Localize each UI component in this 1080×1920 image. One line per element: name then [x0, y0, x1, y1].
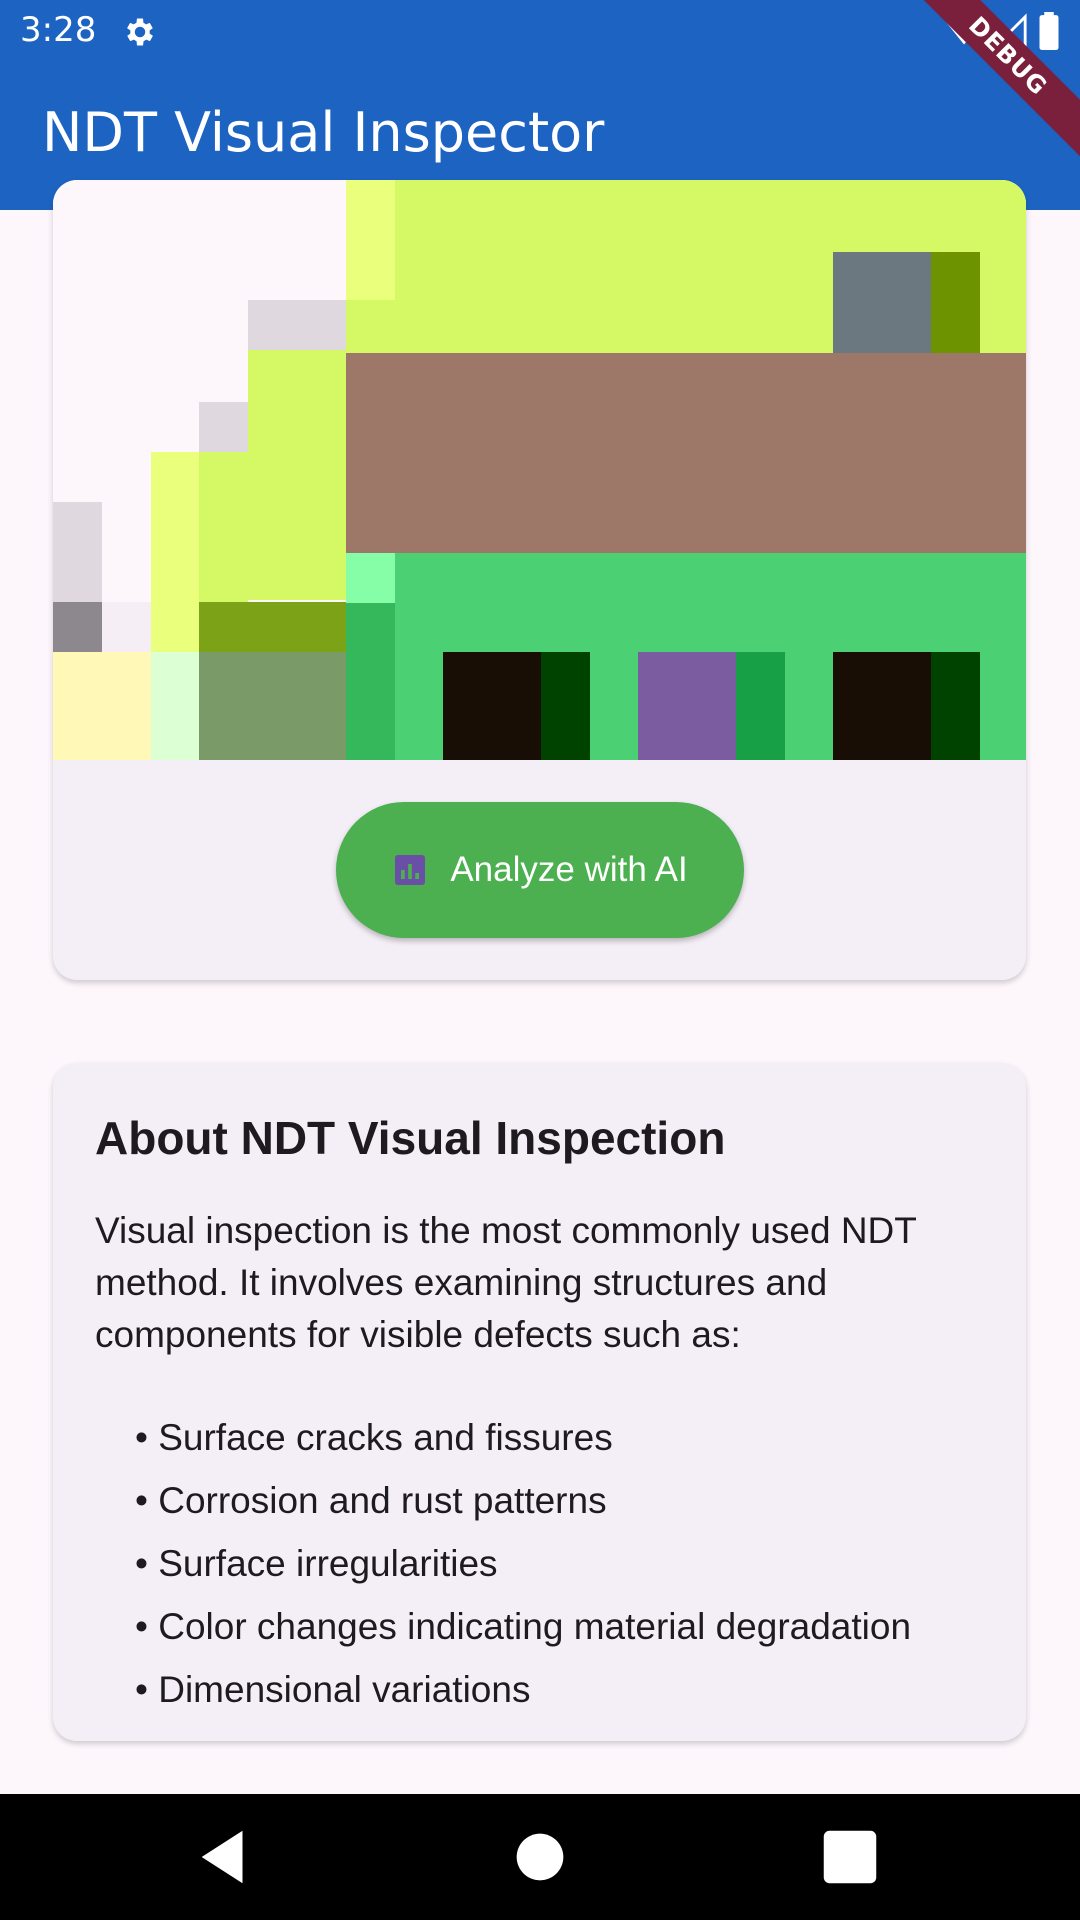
status-bar: 3:28 [0, 0, 1080, 63]
about-card-description: Visual inspection is the most commonly u… [95, 1210, 917, 1355]
about-card: About NDT Visual Inspection Visual inspe… [53, 1063, 1026, 1741]
inspection-image [53, 180, 1026, 760]
analyze-button-label: Analyze with AI [450, 850, 688, 889]
app-title: NDT Visual Inspector [42, 101, 605, 164]
back-icon[interactable] [190, 1822, 260, 1892]
recents-icon[interactable] [815, 1822, 885, 1892]
wifi-icon [946, 16, 982, 45]
about-card-title: About NDT Visual Inspection [95, 1112, 726, 1164]
defect-list: Surface cracks and fissures Corrosion an… [135, 1406, 911, 1721]
battery-icon [1039, 12, 1059, 50]
list-item: Color changes indicating material degrad… [135, 1595, 911, 1658]
list-item: Surface cracks and fissures [135, 1406, 911, 1469]
analyze-with-ai-button[interactable]: Analyze with AI [336, 802, 744, 938]
list-item: Surface irregularities [135, 1532, 911, 1595]
image-card: Analyze with AI [53, 180, 1026, 980]
gear-icon [127, 18, 153, 46]
list-item: Dimensional variations [135, 1658, 911, 1721]
status-time: 3:28 [20, 10, 97, 50]
navigation-bar [0, 1794, 1080, 1920]
home-icon[interactable] [505, 1822, 575, 1892]
analytics-icon [395, 855, 426, 885]
signal-icon [994, 13, 1027, 47]
list-item: Corrosion and rust patterns [135, 1469, 911, 1532]
